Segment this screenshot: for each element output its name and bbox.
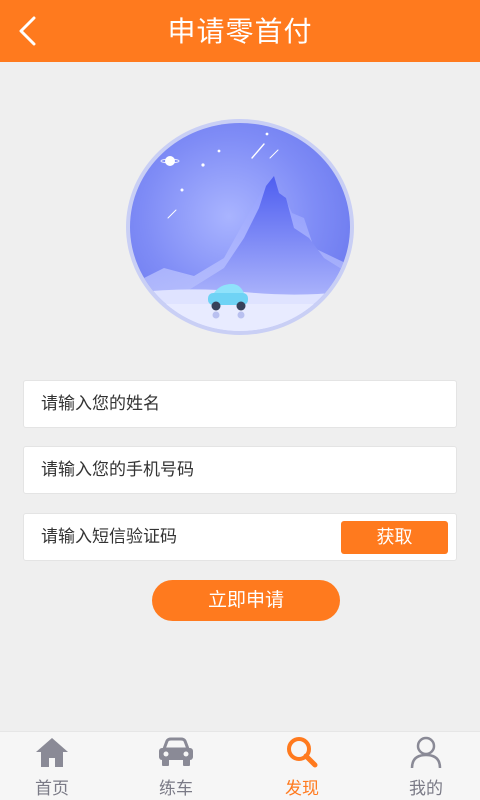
code-field[interactable]: 获取 xyxy=(23,513,457,561)
tab-discover-label: 发现 xyxy=(285,779,319,799)
phone-field[interactable] xyxy=(23,446,457,494)
car-icon xyxy=(159,737,193,766)
tab-home-label: 首页 xyxy=(35,779,69,799)
header-bar: 申请零首付 xyxy=(0,0,480,62)
tab-discover[interactable]: 发现 xyxy=(242,732,362,800)
tab-practice-label: 练车 xyxy=(159,779,193,799)
tab-practice[interactable]: 练车 xyxy=(116,732,236,800)
tab-home[interactable]: 首页 xyxy=(0,732,112,800)
hero-illustration xyxy=(124,118,356,336)
page-title: 申请零首付 xyxy=(167,15,313,48)
verification-code-input[interactable] xyxy=(24,514,334,560)
name-field[interactable] xyxy=(23,380,457,428)
get-code-button[interactable]: 获取 xyxy=(341,521,448,554)
apply-now-button[interactable]: 立即申请 xyxy=(152,580,340,621)
user-icon xyxy=(410,736,442,769)
phone-input[interactable] xyxy=(24,447,456,493)
bottom-tab-bar: 首页 练车 发现 我的 xyxy=(0,731,480,800)
home-icon xyxy=(36,738,68,767)
tab-mine-label: 我的 xyxy=(409,779,443,799)
tab-mine[interactable]: 我的 xyxy=(366,732,480,800)
search-icon xyxy=(287,737,318,768)
name-input[interactable] xyxy=(24,381,456,427)
